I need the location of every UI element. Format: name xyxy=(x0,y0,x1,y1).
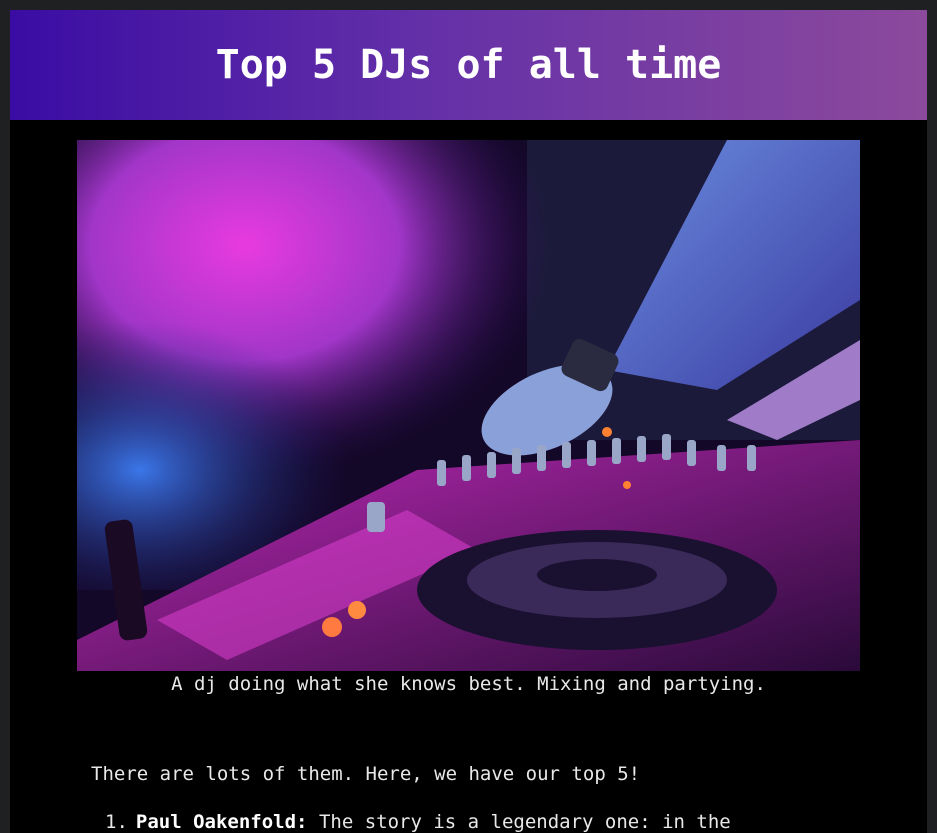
list-item-number: 1. xyxy=(105,811,128,833)
dj-list: 1. Paul Oakenfold: The story is a legenda… xyxy=(105,811,865,833)
list-item-text: The story is a legendary one: in the xyxy=(318,811,731,833)
list-item-name: Paul Oakenfold: xyxy=(135,811,308,833)
intro-text: There are lots of them. Here, we have ou… xyxy=(91,763,641,785)
page-title: Top 5 DJs of all time xyxy=(215,42,722,88)
page: Top 5 DJs of all time A dj doing what sh… xyxy=(10,10,927,833)
dj-photo xyxy=(77,140,860,671)
list-item: 1. Paul Oakenfold: The story is a legenda… xyxy=(105,811,865,833)
figure-caption: A dj doing what she knows best. Mixing a… xyxy=(171,673,766,695)
page-header: Top 5 DJs of all time xyxy=(10,10,927,120)
